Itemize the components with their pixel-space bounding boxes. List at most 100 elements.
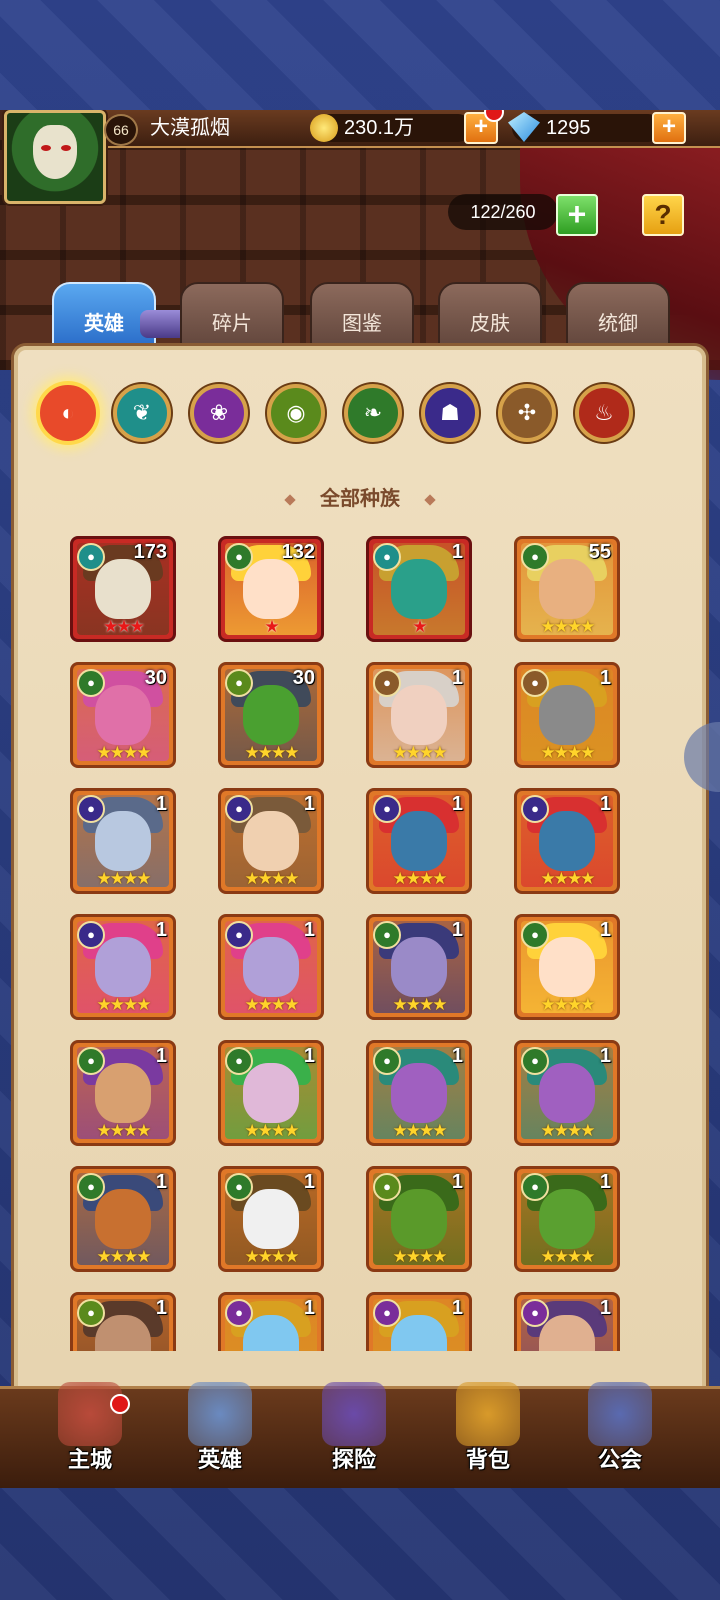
- abyss-faction-icon: ●: [225, 669, 253, 697]
- hero-card[interactable]: ● 1 ★★★★: [366, 914, 472, 1020]
- hero-card[interactable]: ● 1 ★: [366, 536, 472, 642]
- hero-level: 1: [303, 919, 315, 941]
- nav-explore[interactable]: 探险: [294, 1382, 414, 1488]
- hero-card[interactable]: ● 1 ★★★★: [366, 788, 472, 894]
- hero-level: 1: [599, 793, 611, 815]
- coin-icon: [310, 114, 338, 142]
- hero-card[interactable]: ● 1 ★★★★: [366, 1166, 472, 1272]
- nav-guild[interactable]: 公会: [560, 1382, 680, 1488]
- faction-filter-forest-faction[interactable]: ❧: [344, 384, 402, 442]
- hero-face: [391, 1189, 447, 1249]
- hero-card[interactable]: ● 30 ★★★★: [70, 662, 176, 768]
- fortress-faction-icon: ●: [225, 1299, 253, 1327]
- hero-card[interactable]: ● 1 ★★★★: [218, 1166, 324, 1272]
- faction-filter-dark-faction[interactable]: ☗: [421, 384, 479, 442]
- dark-faction-icon: ●: [373, 795, 401, 823]
- nav-heroes[interactable]: 英雄: [160, 1382, 280, 1488]
- hero-face: [539, 937, 595, 997]
- faction-filter-shadow-faction[interactable]: ❦: [113, 384, 171, 442]
- forest-faction-icon: ●: [77, 1047, 105, 1075]
- hero-card[interactable]: ● 1 ★★★★: [70, 1040, 176, 1146]
- nav-backpack[interactable]: 背包: [428, 1382, 548, 1488]
- hero-card[interactable]: ● 1 ★★★★: [514, 1166, 620, 1272]
- hero-level: 30: [144, 667, 167, 689]
- hero-level: 1: [451, 1297, 463, 1319]
- hero-level: 1: [599, 1171, 611, 1193]
- nav-label: 英雄: [197, 1447, 242, 1472]
- hero-card[interactable]: ● 55 ★★★★: [514, 536, 620, 642]
- capacity-plus-button[interactable]: +: [556, 194, 598, 236]
- faction-filter-all-factions[interactable]: ◐: [36, 381, 100, 445]
- hero-card[interactable]: ● 30 ★★★★: [218, 662, 324, 768]
- hero-level: 1: [599, 1045, 611, 1067]
- hero-level: 1: [303, 1171, 315, 1193]
- all-factions-icon: ◐: [61, 400, 75, 425]
- hero-card[interactable]: ● 1: [514, 1292, 620, 1351]
- hero-card[interactable]: ● 1 ★★★★: [514, 1040, 620, 1146]
- hero-card[interactable]: ● 1 ★★★★: [70, 788, 176, 894]
- faction-filter-fortress-faction[interactable]: ❀: [190, 384, 248, 442]
- hero-card[interactable]: ● 1 ★★★★: [70, 1166, 176, 1272]
- hero-level: 1: [451, 667, 463, 689]
- hero-card[interactable]: ● 1 ★★★★: [366, 1040, 472, 1146]
- forest-faction-icon: ●: [77, 1173, 105, 1201]
- gem-plus-button[interactable]: +: [652, 112, 686, 144]
- nav-main-city[interactable]: 主城: [30, 1382, 150, 1488]
- hero-stars: ★★★★: [96, 995, 152, 1014]
- shadow-faction-icon: ❦: [132, 400, 152, 425]
- hero-face: [95, 937, 151, 997]
- hero-card[interactable]: ● 1 ★★★★: [514, 662, 620, 768]
- hero-card[interactable]: ● 1 ★★★★: [218, 788, 324, 894]
- help-button[interactable]: ?: [642, 194, 684, 236]
- faction-filter-chaos-faction[interactable]: ♨: [575, 384, 633, 442]
- hero-stars: ★★★★: [96, 1247, 152, 1266]
- hero-face: [391, 559, 447, 619]
- hero-card[interactable]: ● 1: [366, 1292, 472, 1351]
- hero-card[interactable]: ● 1 ★★★★: [70, 914, 176, 1020]
- player-level: 66: [104, 114, 138, 146]
- dark-faction-icon: ●: [225, 795, 253, 823]
- hero-level: 55: [588, 541, 611, 563]
- hero-card[interactable]: ● 1 ★★★★: [366, 662, 472, 768]
- hero-card[interactable]: ● 173 ★★★: [70, 536, 176, 642]
- hero-card[interactable]: ● 1 ★★★★: [218, 914, 324, 1020]
- light-faction-icon: ●: [521, 669, 549, 697]
- shadow-faction-icon: ●: [373, 543, 401, 571]
- hero-card[interactable]: ● 1 ★★★★: [218, 1040, 324, 1146]
- fortress-faction-icon: ●: [373, 1299, 401, 1327]
- hero-capacity: 122/260: [448, 194, 558, 230]
- hero-face: [391, 1063, 447, 1123]
- hero-card[interactable]: ● 1 ★★★★: [514, 914, 620, 1020]
- hero-face: [243, 1063, 299, 1123]
- hero-face: [243, 559, 299, 619]
- player-avatar[interactable]: [4, 110, 106, 204]
- faction-filter-abyss-faction[interactable]: ◉: [267, 384, 325, 442]
- hero-card[interactable]: ● 1: [218, 1292, 324, 1351]
- hero-level: 1: [303, 1045, 315, 1067]
- race-filter-title: 全部种族: [0, 482, 720, 511]
- hero-face: [539, 559, 595, 619]
- dark-faction-icon: ●: [521, 795, 549, 823]
- nav-label: 探险: [331, 1447, 376, 1472]
- faction-filter-light-faction[interactable]: ✣: [498, 384, 556, 442]
- hero-level: 1: [303, 1297, 315, 1319]
- forest-faction-icon: ❧: [363, 400, 383, 425]
- hero-stars: ★★★★: [244, 995, 300, 1014]
- hero-card[interactable]: ● 1 ★★★★: [514, 788, 620, 894]
- forest-faction-icon: ●: [521, 1173, 549, 1201]
- hero-stars: ★★★★: [96, 869, 152, 888]
- hero-face: [243, 1189, 299, 1249]
- hero-level: 1: [451, 1045, 463, 1067]
- race-title-text: 全部种族: [320, 488, 400, 510]
- abyss-faction-icon: ●: [77, 1299, 105, 1327]
- abyss-faction-icon: ●: [373, 1173, 401, 1201]
- hero-level: 1: [155, 1297, 167, 1319]
- diamond-icon: [284, 494, 296, 506]
- forest-faction-icon: ●: [225, 543, 253, 571]
- hero-stars: ★★★★: [540, 743, 596, 762]
- hero-card[interactable]: ● 132 ★: [218, 536, 324, 642]
- hero-stars: ★★★★: [540, 1247, 596, 1266]
- hero-card[interactable]: ● 1: [70, 1292, 176, 1351]
- hero-level: 30: [292, 667, 315, 689]
- chaos-faction-icon: ♨: [594, 400, 614, 425]
